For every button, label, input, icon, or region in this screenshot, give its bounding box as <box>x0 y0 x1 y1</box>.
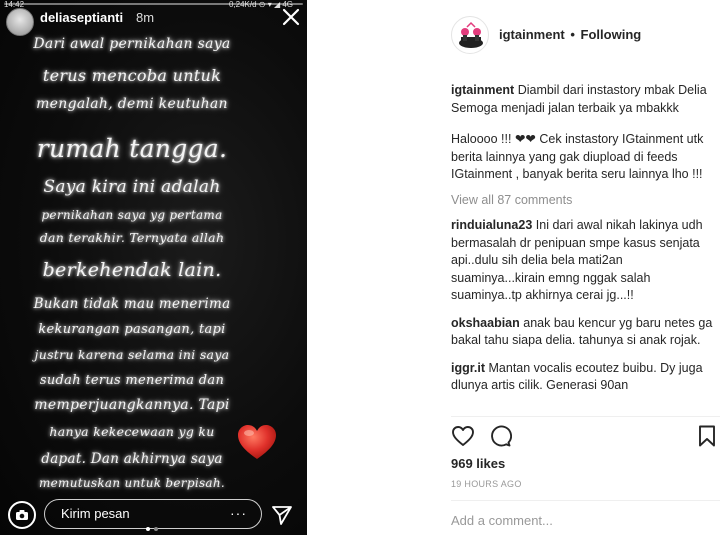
story-dot-active <box>146 527 150 531</box>
like-count[interactable]: 969 likes <box>451 456 505 471</box>
post-caption: igtainment Diambil dari instastory mbak … <box>451 82 713 184</box>
story-line: justru karena selama ini saya <box>34 347 230 362</box>
caption-line2: Semoga menjadi jalan terbaik ya mbakkk <box>451 100 679 115</box>
story-line: kekurangan pasangan, tapi <box>38 322 226 337</box>
caption-paragraph: Haloooo !!! ❤❤ Cek instastory IGtainment… <box>451 131 713 184</box>
caption-line1: Diambil dari instastory mbak Delia <box>517 83 707 97</box>
story-line: terus mencoba untuk <box>42 66 222 85</box>
story-page-dots <box>146 527 158 531</box>
account-avatar[interactable] <box>451 16 489 54</box>
send-message-placeholder: Kirim pesan <box>61 506 130 521</box>
comment-item: iggr.it Mantan vocalis ecoutez buibu. Dy… <box>451 360 713 395</box>
comment-item: rinduialuna23 Ini dari awal nikah lakiny… <box>451 217 713 305</box>
story-line: berkehendak lain. <box>42 259 222 281</box>
caption-username[interactable]: igtainment <box>451 83 514 97</box>
post-detail-panel: igtainment • Following igtainment Diambi… <box>307 0 720 535</box>
heart-outline-icon[interactable] <box>451 424 475 448</box>
comment-username[interactable]: rinduialuna23 <box>451 218 532 232</box>
more-options-icon[interactable]: ··· <box>230 500 247 527</box>
story-line: dapat. Dan akhirnya saya <box>41 451 223 467</box>
hearts-emoji: ❤❤ <box>514 132 536 146</box>
story-line: Saya kira ini adalah <box>43 177 221 197</box>
comment-divider <box>451 500 720 501</box>
camera-button[interactable] <box>8 501 36 529</box>
bookmark-icon[interactable] <box>695 424 719 448</box>
story-line: Dari awal pernikahan saya <box>33 36 231 52</box>
send-icon[interactable] <box>270 503 294 527</box>
post-header: igtainment • Following <box>307 0 720 70</box>
comment-item: okshaabian anak bau kencur yg baru netes… <box>451 315 713 350</box>
heart-sticker-icon <box>238 425 276 459</box>
camera-icon <box>16 510 28 520</box>
story-line: Bukan tidak mau menerima <box>33 296 231 312</box>
view-all-comments-link[interactable]: View all 87 comments <box>451 192 713 210</box>
story-line: hanya kekecewaan yg ku <box>49 424 215 439</box>
comment-icon[interactable] <box>488 424 512 448</box>
story-line: rumah tangga. <box>36 134 228 163</box>
actions-divider <box>451 416 720 417</box>
story-dot <box>154 527 158 531</box>
comment-text: Mantan vocalis ecoutez buibu. Dy juga dl… <box>451 360 703 393</box>
story-line: dan terakhir. Ternyata allah <box>39 230 225 245</box>
comment-username[interactable]: okshaabian <box>451 316 520 330</box>
story-line: memperjuangkannya. Tapi <box>34 397 230 413</box>
caption-para-prefix: Haloooo !!! <box>451 132 515 146</box>
header-separator: • <box>570 27 575 42</box>
post-timestamp: 19 HOURS AGO <box>451 479 522 489</box>
story-viewer: 14:42 0,24K/d ⊙ ▾ ◢ 4G deliaseptianti 8m… <box>0 0 307 535</box>
story-line: pernikahan saya yg pertama <box>41 208 223 222</box>
send-message-input[interactable]: Kirim pesan ··· <box>44 499 262 529</box>
igtainment-logo-icon <box>459 21 483 48</box>
story-line: mengalah, demi keutuhan <box>36 96 228 112</box>
following-button[interactable]: Following <box>581 27 642 42</box>
post-actions <box>451 424 719 450</box>
post-account-line: igtainment • Following <box>499 27 641 42</box>
add-comment-input[interactable]: Add a comment... <box>451 513 553 528</box>
comment-username[interactable]: iggr.it <box>451 361 485 375</box>
story-line: memutuskan untuk berpisah. <box>38 476 226 490</box>
story-line: sudah terus menerima dan <box>39 373 225 388</box>
account-username[interactable]: igtainment <box>499 27 565 42</box>
comments-section: igtainment Diambil dari instastory mbak … <box>451 82 713 416</box>
